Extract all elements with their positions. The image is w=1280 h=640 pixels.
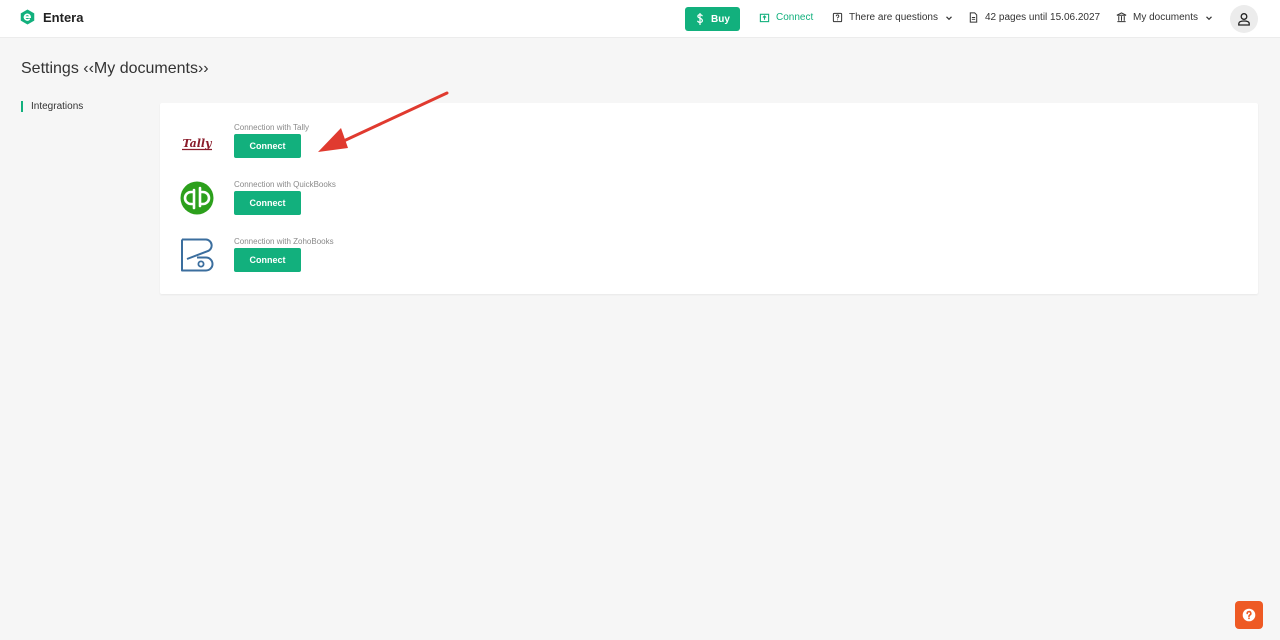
connect-zohobooks-button[interactable]: Connect [234,248,301,272]
integration-row-tally: Tally Connection with Tally Connect [160,123,1258,173]
sidebar-item-integrations[interactable]: Integrations [21,101,83,112]
pages-label: 42 pages until 15.06.2027 [985,12,1101,23]
quickbooks-logo-icon [180,181,214,215]
connect-tally-button[interactable]: Connect [234,134,301,158]
connect-quickbooks-button[interactable]: Connect [234,191,301,215]
help-question-icon [1242,608,1256,622]
integration-row-zohobooks: Connection with ZohoBooks Connect [160,237,1258,287]
upload-box-icon [759,13,770,23]
buy-button[interactable]: Buy [685,7,740,31]
my-documents-label: My documents [1133,12,1199,23]
connect-label: Connect [776,12,814,23]
dollar-icon [697,13,704,25]
questions-dropdown[interactable]: There are questions [832,12,953,23]
chevron-down-icon [946,15,952,20]
user-icon [1238,13,1250,26]
zohobooks-logo-icon [181,238,214,272]
integration-label: Connection with QuickBooks [234,180,336,189]
connect-link[interactable]: Connect [759,12,813,23]
top-bar: Entera Buy Connect There are questions 4… [0,0,1280,38]
chevron-down-icon [1206,15,1212,20]
question-icon [832,12,843,23]
entera-logo-icon [20,9,35,25]
brand-name: Entera [43,9,84,25]
tally-logo-icon: Tally [182,137,213,151]
tally-logo-text: Tally [182,137,213,150]
user-avatar-button[interactable] [1230,5,1258,33]
help-button[interactable] [1235,601,1263,629]
annotation-arrow-icon [318,91,449,152]
integration-label: Connection with Tally [234,123,310,132]
page-title: Settings ‹‹My documents›› [21,60,209,77]
brand[interactable]: Entera [20,9,83,25]
zohobooks-logo [178,237,216,273]
building-icon [1116,12,1127,23]
buy-label: Buy [711,13,730,25]
integration-label: Connection with ZohoBooks [234,237,334,246]
quickbooks-logo [178,180,216,216]
pages-balance[interactable]: 42 pages until 15.06.2027 [968,12,1100,23]
document-icon [969,12,978,23]
integrations-card: Tally Connection with Tally Connect Conn… [160,103,1258,294]
tally-logo: Tally [178,126,216,162]
questions-label: There are questions [849,12,938,23]
integration-row-quickbooks: Connection with QuickBooks Connect [160,180,1258,230]
my-documents-dropdown[interactable]: My documents [1116,12,1213,23]
